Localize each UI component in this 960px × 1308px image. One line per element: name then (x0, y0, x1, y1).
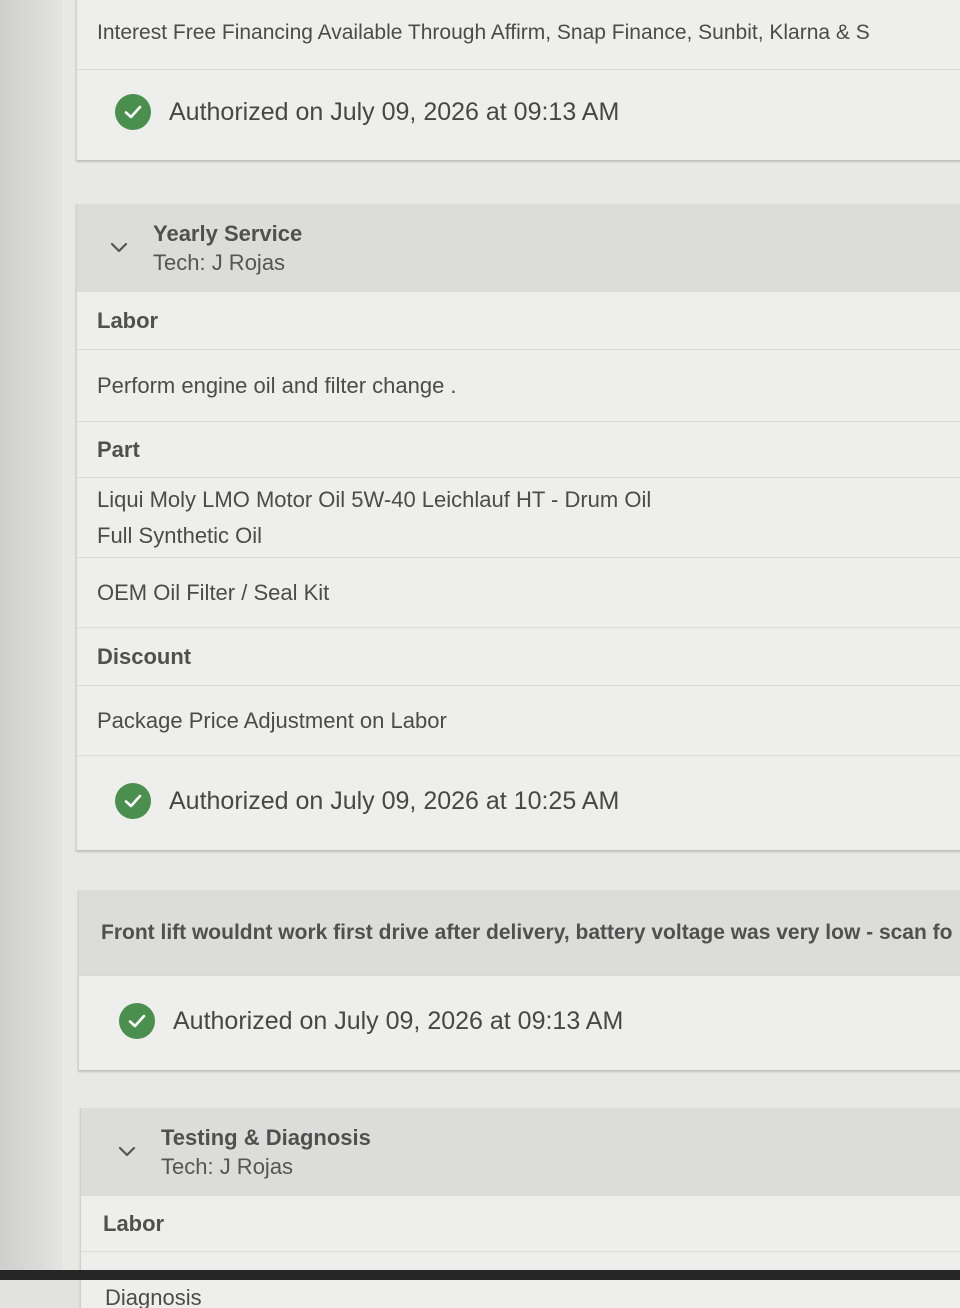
discount-header: Discount (97, 643, 192, 669)
bottom-edge (0, 1270, 960, 1280)
labor-header-row: Labor (81, 1196, 960, 1252)
labor-item-partial: Diagnosis (105, 1285, 202, 1308)
part-item-line2: Full Synthetic Oil (97, 522, 263, 548)
service-header-texts: Testing & Diagnosis Tech: J Rojas (161, 1123, 371, 1181)
part-item-line1: OEM Oil Filter / Seal Kit (97, 579, 330, 605)
labor-header-row: Labor (77, 292, 960, 350)
labor-item: Perform engine oil and filter change . (97, 372, 457, 398)
labor-item-row: Perform engine oil and filter change . (77, 350, 960, 422)
part-item-row: Liqui Moly LMO Motor Oil 5W-40 Leichlauf… (77, 478, 960, 558)
authorization-row: Authorized on July 09, 2026 at 10:25 AM (77, 756, 960, 846)
authorization-text: Authorized on July 09, 2026 at 10:25 AM (169, 786, 620, 815)
left-gutter (0, 0, 62, 1280)
discount-item: Package Price Adjustment on Labor (97, 707, 447, 733)
authorization-row: Authorized on July 09, 2026 at 09:13 AM (79, 976, 960, 1066)
authorization-text: Authorized on July 09, 2026 at 09:13 AM (169, 97, 620, 126)
authorization-row: Authorized on July 09, 2026 at 09:13 AM (77, 70, 960, 154)
yearly-service-card: Yearly Service Tech: J Rojas Labor Perfo… (76, 204, 960, 850)
service-title: Testing & Diagnosis (161, 1124, 371, 1150)
financing-card: Interest Free Financing Available Throug… (76, 0, 960, 160)
chevron-down-icon[interactable] (107, 236, 131, 260)
check-circle-icon (115, 783, 151, 819)
authorization-text: Authorized on July 09, 2026 at 09:13 AM (173, 1006, 624, 1035)
service-tech: Tech: J Rojas (161, 1153, 294, 1179)
discount-header-row: Discount (77, 628, 960, 686)
service-header-texts: Yearly Service Tech: J Rojas (153, 219, 302, 277)
front-lift-row: Front lift wouldnt work first drive afte… (79, 890, 960, 976)
discount-item-row: Package Price Adjustment on Labor (77, 686, 960, 756)
financing-row: Interest Free Financing Available Throug… (77, 0, 960, 70)
service-tech: Tech: J Rojas (153, 249, 286, 275)
part-header: Part (97, 436, 140, 462)
part-item-row: OEM Oil Filter / Seal Kit (77, 558, 960, 628)
check-circle-icon (119, 1003, 155, 1039)
check-circle-icon (115, 94, 151, 130)
service-header[interactable]: Yearly Service Tech: J Rojas (77, 204, 960, 292)
part-header-row: Part (77, 422, 960, 478)
chevron-down-icon[interactable] (115, 1140, 139, 1164)
financing-text: Interest Free Financing Available Throug… (97, 20, 870, 44)
service-header[interactable]: Testing & Diagnosis Tech: J Rojas (81, 1108, 960, 1196)
labor-item-row: Diagnosis (81, 1252, 960, 1308)
front-lift-card: Front lift wouldnt work first drive afte… (78, 890, 960, 1070)
labor-header: Labor (97, 307, 159, 333)
front-lift-text: Front lift wouldnt work first drive afte… (101, 920, 953, 944)
service-title: Yearly Service (153, 220, 303, 246)
part-item-line1: Liqui Moly LMO Motor Oil 5W-40 Leichlauf… (97, 486, 652, 512)
labor-header: Labor (103, 1210, 165, 1236)
